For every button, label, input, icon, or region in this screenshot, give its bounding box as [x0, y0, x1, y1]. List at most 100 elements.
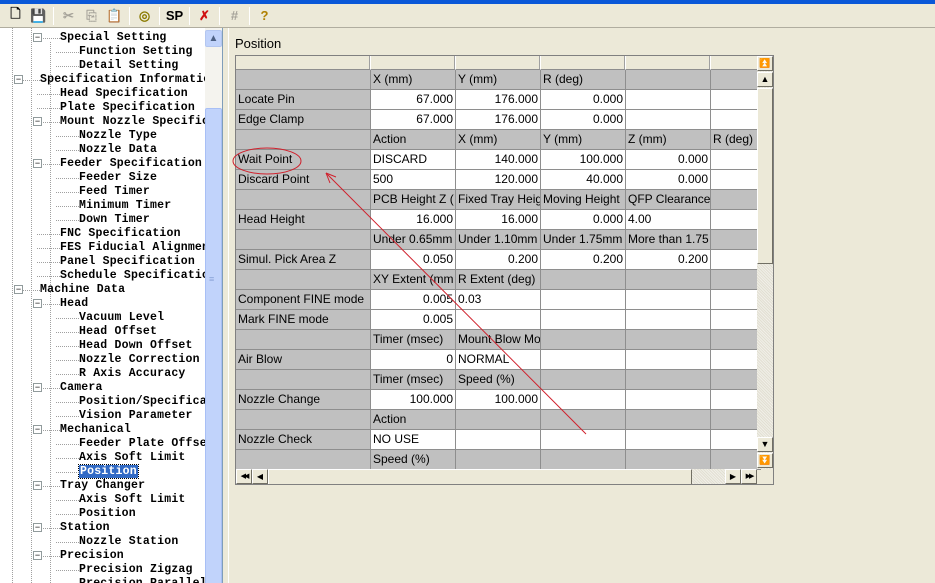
grid-horizontal-scrollbar[interactable]: ◀◀ ◀ ▶ ▶▶ [236, 469, 757, 484]
value-cell[interactable]: 120.000 [456, 170, 541, 190]
scroll-up-button[interactable]: ▲ [757, 72, 773, 87]
value-cell[interactable]: 0.200 [456, 250, 541, 270]
collapse-icon[interactable]: − [33, 33, 42, 42]
sp-button[interactable]: SP [163, 5, 186, 27]
tree-item[interactable]: Precision Parallel [79, 577, 207, 583]
tree-item[interactable]: Station [60, 521, 110, 535]
tree-item[interactable]: FES Fiducial Alignment [60, 241, 216, 255]
value-cell[interactable]: 0.000 [626, 170, 711, 190]
value-cell[interactable]: 0.050 [371, 250, 456, 270]
value-cell[interactable]: NO USE [371, 430, 456, 450]
value-cell[interactable]: 500 [371, 170, 456, 190]
position-grid[interactable]: X (mm) Y (mm) R (deg) Locate Pin 67.000 176.0… [235, 55, 774, 485]
value-cell[interactable] [711, 250, 761, 270]
value-cell[interactable] [711, 170, 761, 190]
tree-item[interactable]: Axis Soft Limit [79, 493, 186, 507]
tree-item[interactable]: Nozzle Correction [79, 353, 200, 367]
tree-item[interactable]: Mount Nozzle Specificati [60, 115, 222, 129]
value-cell[interactable]: 100.000 [456, 390, 541, 410]
tree-item[interactable]: Nozzle Type [79, 129, 157, 143]
value-cell[interactable] [711, 210, 761, 230]
collapse-icon[interactable]: − [33, 159, 42, 168]
disconnect-icon[interactable]: ✗ [193, 5, 216, 27]
tree-item[interactable]: Tray Changer [60, 479, 145, 493]
reel-icon[interactable]: ◎ [133, 5, 156, 27]
scroll-left-button[interactable]: ◀ [252, 469, 268, 484]
scroll-thumb[interactable] [205, 108, 222, 583]
value-cell[interactable] [626, 310, 711, 330]
value-cell[interactable] [626, 110, 711, 130]
scroll-up-button[interactable]: ▲ [205, 30, 222, 47]
cut-icon[interactable]: ✂ [57, 5, 80, 27]
save-icon[interactable]: 💾 [27, 5, 50, 27]
value-cell[interactable] [711, 290, 761, 310]
value-cell[interactable] [711, 350, 761, 370]
value-cell[interactable]: 0.000 [541, 90, 626, 110]
new-icon[interactable]: 🗋 [4, 5, 27, 27]
tree-item[interactable]: Position [78, 464, 139, 479]
value-cell[interactable]: 4.00 [626, 210, 711, 230]
copy-icon[interactable]: ⎘ [80, 5, 103, 27]
value-cell[interactable] [711, 150, 761, 170]
value-cell[interactable]: 176.000 [456, 90, 541, 110]
tree-item[interactable]: Feeder Size [79, 171, 157, 185]
collapse-icon[interactable]: − [33, 425, 42, 434]
tree-item[interactable]: Head [60, 297, 88, 311]
tree-item[interactable]: Nozzle Station [79, 535, 178, 549]
tree-item[interactable]: Head Down Offset [79, 339, 193, 353]
tree-item[interactable]: Special Setting [60, 31, 167, 45]
value-cell[interactable] [541, 350, 626, 370]
value-cell[interactable]: 0.200 [541, 250, 626, 270]
value-cell[interactable] [626, 390, 711, 410]
tree-item[interactable]: Minimum Timer [79, 199, 171, 213]
value-cell[interactable]: 140.000 [456, 150, 541, 170]
value-cell[interactable]: 67.000 [371, 110, 456, 130]
tree-item[interactable]: Axis Soft Limit [79, 451, 186, 465]
value-cell[interactable] [541, 290, 626, 310]
settings-tree[interactable]: Special Setting − Function Setting Detail S… [0, 28, 223, 583]
grid-icon[interactable]: # [223, 5, 246, 27]
tree-item[interactable]: Detail Setting [79, 59, 178, 73]
value-cell[interactable]: 0 [371, 350, 456, 370]
value-cell[interactable]: 0.200 [626, 250, 711, 270]
tree-item[interactable]: FNC Specification [60, 227, 181, 241]
tree-item[interactable]: Camera [60, 381, 103, 395]
grid-vertical-scrollbar[interactable]: ⏫ ▲ ▼ ⏬ [757, 56, 773, 469]
value-cell[interactable]: DISCARD [371, 150, 456, 170]
value-cell[interactable] [626, 290, 711, 310]
scroll-first-left-button[interactable]: ◀◀ [236, 469, 252, 484]
paste-icon[interactable]: 📋 [103, 5, 126, 27]
value-cell[interactable]: 100.000 [371, 390, 456, 410]
value-cell[interactable] [711, 430, 761, 450]
tree-item[interactable]: Function Setting [79, 45, 193, 59]
value-cell[interactable]: 16.000 [456, 210, 541, 230]
scroll-down-button[interactable]: ▼ [757, 437, 773, 452]
collapse-icon[interactable]: − [33, 299, 42, 308]
tree-item[interactable]: Feeder Specification [60, 157, 202, 171]
scroll-right-button[interactable]: ▶ [725, 469, 741, 484]
value-cell[interactable]: 0.000 [541, 110, 626, 130]
value-cell[interactable] [711, 390, 761, 410]
tree-item[interactable]: Panel Specification [60, 255, 195, 269]
value-cell[interactable] [626, 90, 711, 110]
value-cell[interactable] [711, 110, 761, 130]
value-cell[interactable]: 16.000 [371, 210, 456, 230]
tree-item[interactable]: Plate Specification [60, 101, 195, 115]
tree-item[interactable]: Vacuum Level [79, 311, 164, 325]
tree-item[interactable]: Head Offset [79, 325, 157, 339]
tree-item[interactable]: Machine Data [40, 283, 125, 297]
value-cell[interactable] [626, 430, 711, 450]
value-cell[interactable]: 100.000 [541, 150, 626, 170]
tree-item[interactable]: Mechanical [60, 423, 131, 437]
value-cell[interactable]: 40.000 [541, 170, 626, 190]
value-cell[interactable] [711, 310, 761, 330]
scroll-first-button[interactable]: ⏫ [757, 56, 773, 71]
scroll-last-right-button[interactable]: ▶▶ [741, 469, 757, 484]
value-cell[interactable] [456, 310, 541, 330]
value-cell[interactable]: NORMAL [456, 350, 541, 370]
value-cell[interactable] [541, 310, 626, 330]
tree-item[interactable]: Feed Timer [79, 185, 150, 199]
tree-item[interactable]: Position [79, 507, 136, 521]
tree-scrollbar[interactable]: ▲ ≡ [205, 28, 222, 583]
value-cell[interactable] [626, 350, 711, 370]
